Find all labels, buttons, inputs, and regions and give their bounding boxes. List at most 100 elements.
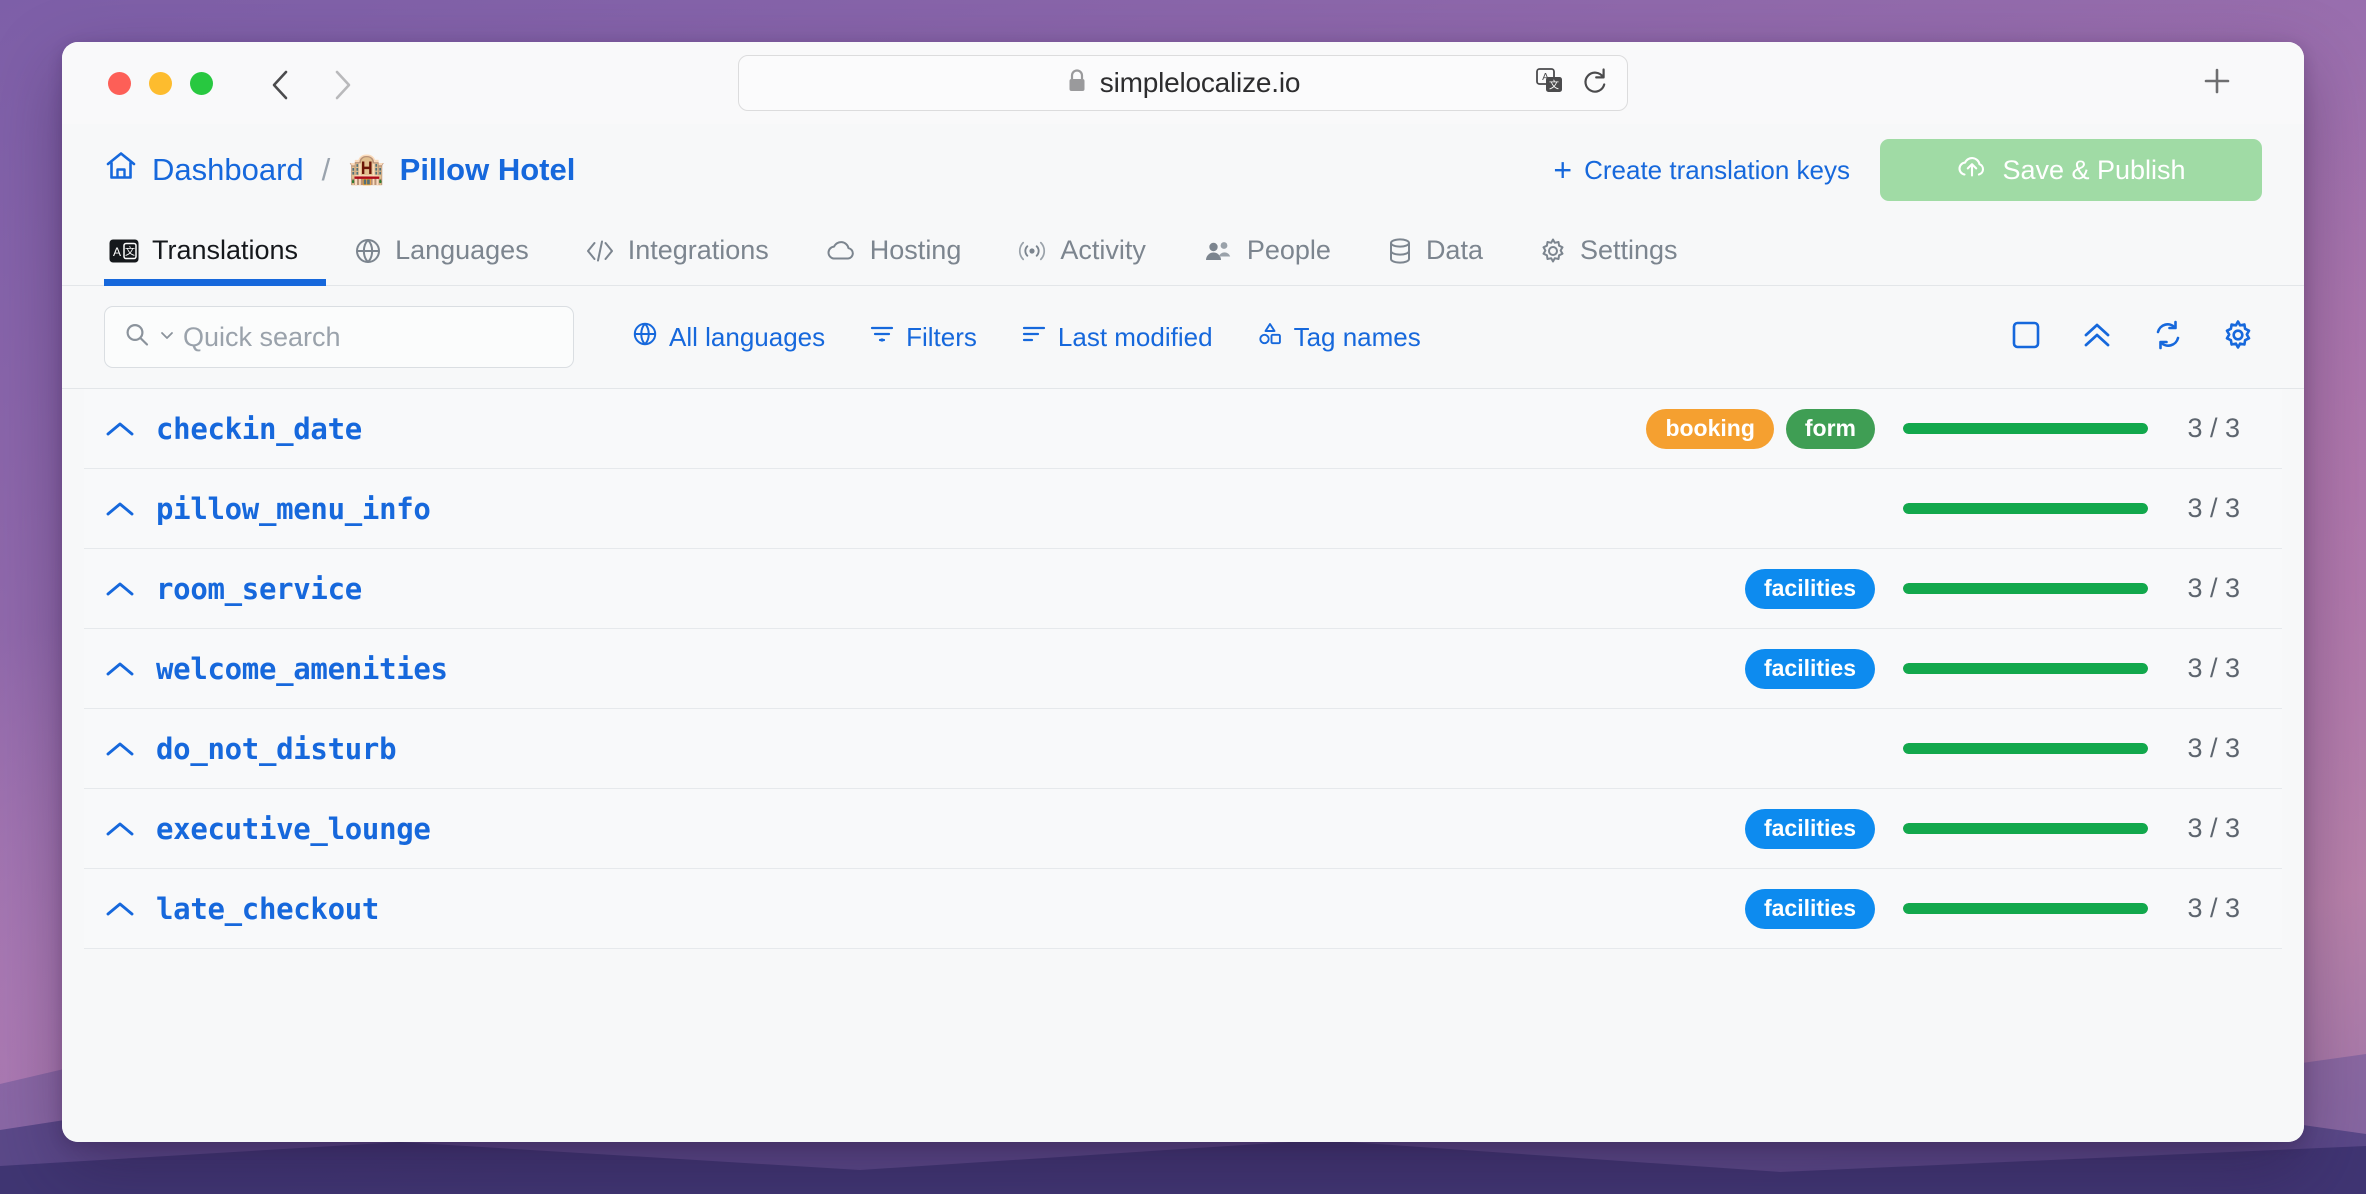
tab-data[interactable]: Data [1359, 216, 1511, 285]
table-row[interactable]: do_not_disturb 3 / 3 [84, 709, 2282, 789]
tab-label: Activity [1060, 235, 1146, 265]
translation-key-name[interactable]: checkin_date [156, 412, 362, 446]
desktop-wallpaper: simplelocalize.io A 文 Dashboard / 🏨 Pill… [0, 0, 2366, 1194]
last-modified-label: Last modified [1057, 321, 1213, 352]
tab-hosting[interactable]: Hosting [797, 216, 990, 285]
translation-progress-bar [1903, 503, 2148, 514]
save-and-publish-button[interactable]: Save & Publish [1880, 139, 2262, 201]
chevron-up-icon[interactable] [84, 898, 156, 920]
refresh-icon[interactable] [2152, 319, 2184, 356]
chevron-up-icon[interactable] [84, 578, 156, 600]
address-bar-right-icons: A 文 [1535, 66, 1609, 101]
address-bar[interactable]: simplelocalize.io A 文 [738, 55, 1628, 111]
translation-key-name[interactable]: do_not_disturb [156, 732, 397, 766]
breadcrumb-project-name[interactable]: Pillow Hotel [400, 152, 576, 188]
translation-count: 3 / 3 [2187, 413, 2240, 443]
tab-people[interactable]: People [1174, 216, 1359, 285]
app-topbar: Dashboard / 🏨 Pillow Hotel + Create tran… [62, 124, 2304, 216]
tab-languages[interactable]: Languages [326, 216, 557, 285]
all-languages-label: All languages [669, 321, 826, 352]
table-row[interactable]: executive_lounge facilities 3 / 3 [84, 789, 2282, 869]
filter-icon [869, 321, 895, 354]
quick-search-box[interactable] [104, 306, 574, 368]
maximize-window-button[interactable] [190, 71, 213, 95]
table-row[interactable]: late_checkout facilities 3 / 3 [84, 869, 2282, 949]
topbar-actions: + Create translation keys Save & Publish [1553, 139, 2262, 201]
cloud-icon [825, 238, 857, 264]
translation-count: 3 / 3 [2187, 653, 2240, 683]
chevron-up-icon[interactable] [84, 418, 156, 440]
translation-key-name[interactable]: welcome_amenities [156, 652, 448, 686]
settings-gear-icon[interactable] [2222, 319, 2254, 356]
browser-titlebar: simplelocalize.io A 文 [62, 42, 2304, 124]
translation-progress-bar [1903, 663, 2148, 674]
database-icon [1387, 237, 1413, 265]
forward-icon[interactable] [329, 68, 355, 100]
translations-toolbar: All languages Filters [62, 286, 2304, 388]
save-and-publish-label: Save & Publish [2002, 154, 2186, 185]
table-row[interactable]: pillow_menu_info 3 / 3 [84, 469, 2282, 549]
tag-badge[interactable]: facilities [1744, 808, 1875, 849]
app-tabs: A 文 Translations Languages Integrations … [62, 216, 2304, 286]
table-row[interactable]: room_service facilities 3 / 3 [84, 549, 2282, 629]
row-tags: facilities [1744, 568, 1875, 609]
chevron-down-icon[interactable] [159, 327, 175, 348]
cloud-upload-icon [1956, 153, 1988, 188]
tag-badge[interactable]: facilities [1744, 648, 1875, 689]
select-all-checkbox-icon[interactable] [2010, 319, 2042, 356]
tab-label: Languages [395, 235, 529, 265]
row-tags: booking form [1646, 408, 1875, 449]
row-tags: facilities [1744, 888, 1875, 929]
back-icon[interactable] [267, 68, 293, 100]
breadcrumb-dashboard[interactable]: Dashboard [152, 152, 304, 188]
users-icon [1202, 238, 1234, 264]
minimize-window-button[interactable] [149, 71, 172, 95]
reload-icon[interactable] [1581, 66, 1609, 101]
translation-key-name[interactable]: room_service [156, 572, 362, 606]
chevron-up-icon[interactable] [84, 498, 156, 520]
breadcrumb: Dashboard / 🏨 Pillow Hotel [104, 149, 575, 191]
all-languages-button[interactable]: All languages [610, 321, 847, 354]
filters-button[interactable]: Filters [847, 321, 999, 354]
row-tags: facilities [1744, 648, 1875, 689]
table-row[interactable]: welcome_amenities facilities 3 / 3 [84, 629, 2282, 709]
address-bar-url: simplelocalize.io [1099, 67, 1301, 98]
chevron-up-icon[interactable] [84, 818, 156, 840]
tag-names-label: Tag names [1293, 321, 1421, 352]
close-window-button[interactable] [108, 71, 131, 95]
tab-activity[interactable]: Activity [989, 216, 1174, 285]
new-tab-button[interactable] [2200, 66, 2234, 100]
translate-page-icon[interactable]: A 文 [1535, 66, 1565, 101]
translation-count: 3 / 3 [2187, 893, 2240, 923]
translation-count: 3 / 3 [2187, 493, 2240, 523]
breadcrumb-separator: / [321, 152, 331, 187]
collapse-all-icon[interactable] [2080, 319, 2114, 356]
tag-badge[interactable]: facilities [1744, 568, 1875, 609]
tag-badge[interactable]: facilities [1744, 888, 1875, 929]
globe-icon [354, 237, 382, 265]
create-translation-keys-button[interactable]: + Create translation keys [1553, 154, 1850, 186]
last-modified-sort-button[interactable]: Last modified [999, 321, 1235, 354]
tab-integrations[interactable]: Integrations [557, 216, 797, 285]
chevron-up-icon[interactable] [84, 658, 156, 680]
tag-badge[interactable]: form [1785, 408, 1875, 449]
translation-progress-bar [1903, 423, 2148, 434]
search-input[interactable] [183, 321, 555, 353]
chevron-up-icon[interactable] [84, 738, 156, 760]
table-row[interactable]: checkin_date booking form 3 / 3 [84, 389, 2282, 469]
tab-settings[interactable]: Settings [1511, 216, 1706, 285]
translation-keys-list: checkin_date booking form 3 / 3 pillow_menu_… [62, 388, 2304, 1142]
tab-translations[interactable]: A 文 Translations [104, 216, 327, 286]
tab-label: Translations [152, 235, 299, 265]
tag-badge[interactable]: booking [1646, 408, 1774, 449]
translation-key-name[interactable]: pillow_menu_info [156, 492, 431, 526]
sort-icon [1021, 321, 1047, 354]
tag-names-button[interactable]: Tag names [1235, 321, 1443, 354]
translation-key-name[interactable]: executive_lounge [156, 812, 431, 846]
translation-key-name[interactable]: late_checkout [156, 892, 379, 926]
translate-icon: A 文 [109, 238, 139, 264]
browser-nav-buttons [267, 68, 355, 100]
home-icon[interactable] [104, 149, 138, 191]
tab-label: Integrations [627, 235, 769, 265]
tab-label: Settings [1579, 235, 1678, 265]
